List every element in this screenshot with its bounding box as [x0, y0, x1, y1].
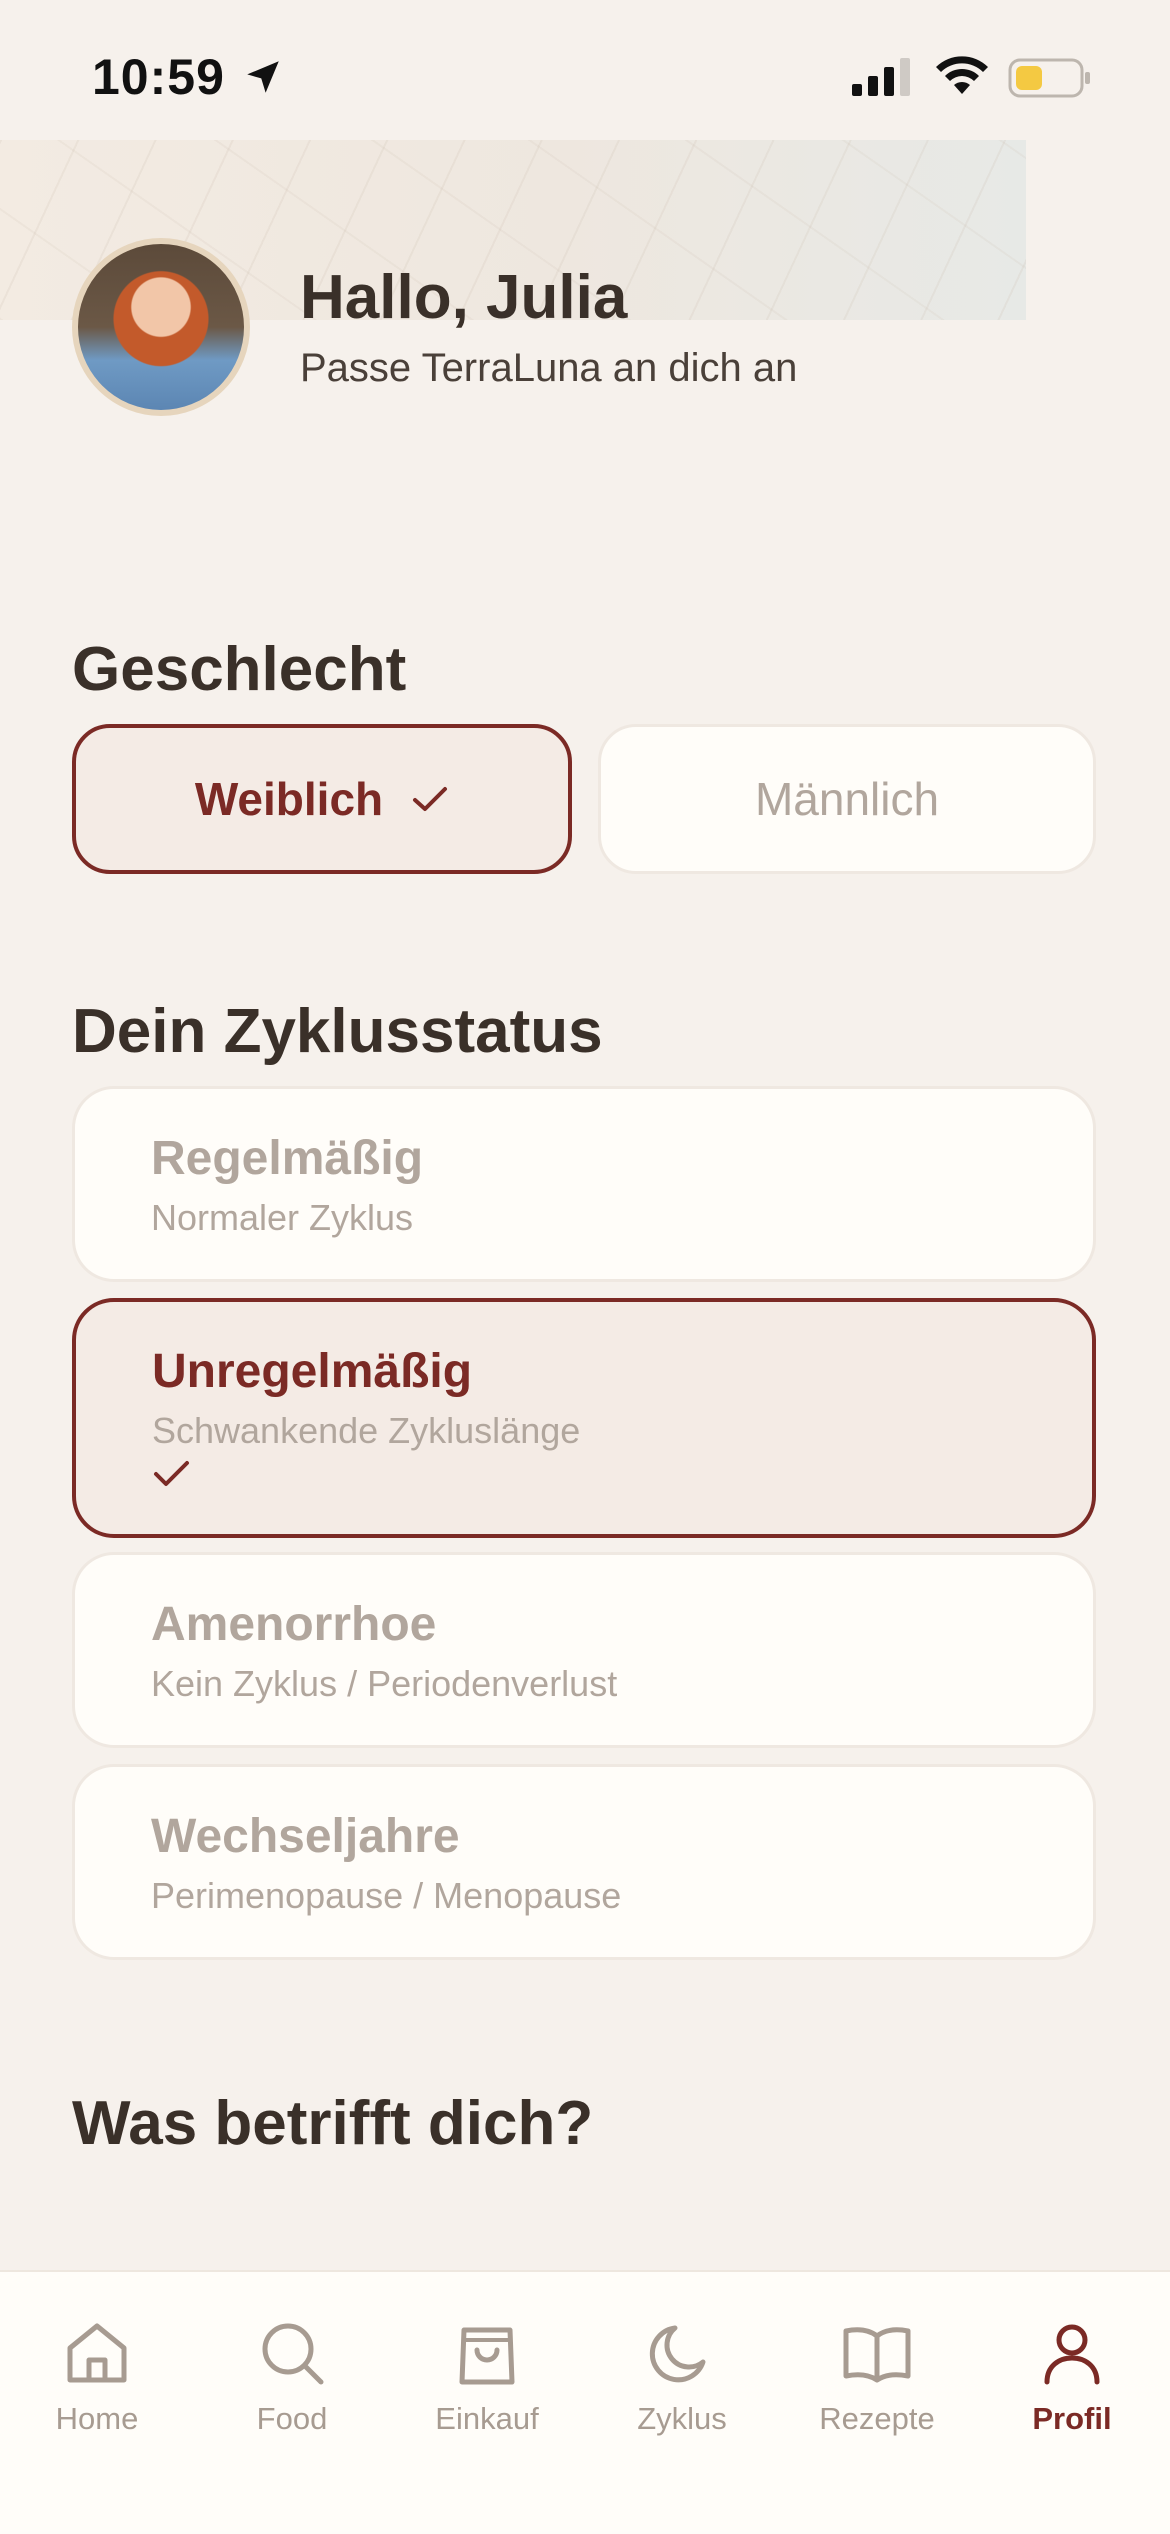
cycle-option-subtitle: Perimenopause / Menopause [151, 1875, 622, 1916]
cycle-option-wechseljahre[interactable]: Wechseljahre Perimenopause / Menopause [72, 1764, 1096, 1960]
cycle-option-unregelmaessig[interactable]: Unregelmäßig Schwankende Zykluslänge [72, 1298, 1096, 1538]
cycle-option-regelmaessig[interactable]: Regelmäßig Normaler Zyklus [72, 1086, 1096, 1282]
cycle-option-subtitle: Normaler Zyklus [151, 1197, 414, 1238]
avatar[interactable] [72, 238, 250, 416]
gender-option-label: Männlich [754, 773, 940, 825]
tab-zyklus[interactable]: Zyklus [602, 2316, 762, 2437]
cellular-signal-icon [852, 58, 910, 96]
tab-home[interactable]: Home [17, 2316, 177, 2437]
tab-label: Profil [1032, 2401, 1112, 2436]
tab-label: Home [55, 2401, 139, 2436]
cycle-option-subtitle: Schwankende Zykluslänge [152, 1410, 581, 1451]
gender-option-maennlich[interactable]: Männlich [598, 724, 1096, 874]
book-icon [843, 2327, 911, 2383]
greeting-title: Hallo, Julia [300, 263, 628, 332]
tab-label: Food [256, 2401, 328, 2436]
tab-profil[interactable]: Profil [992, 2316, 1152, 2437]
gender-option-weiblich[interactable]: Weiblich [72, 724, 572, 874]
home-icon [67, 2323, 127, 2383]
user-icon [1044, 2324, 1100, 2385]
status-time: 10:59 [92, 49, 225, 105]
shopping-bag-icon [459, 2327, 515, 2385]
tab-einkauf[interactable]: Einkauf [407, 2316, 567, 2437]
battery-icon [1008, 58, 1090, 98]
tab-label: Rezepte [819, 2401, 935, 2436]
greeting-subtitle: Passe TerraLuna an dich an [300, 346, 798, 390]
bottom-tab-bar: Home Food Einkauf Zyklus Rezepte Profil [0, 2270, 1170, 2534]
status-bar: 10:59 [0, 0, 1170, 140]
cycle-option-subtitle: Kein Zyklus / Periodenverlust [151, 1663, 618, 1704]
cycle-section-title: Dein Zyklusstatus [72, 997, 603, 1066]
checkmark-icon [413, 787, 448, 811]
concerns-section-title: Was betrifft dich? [72, 2089, 594, 2158]
tab-label: Einkauf [435, 2401, 539, 2436]
cycle-option-title: Unregelmäßig [152, 1345, 473, 1398]
wifi-icon [936, 56, 988, 94]
tab-food[interactable]: Food [212, 2316, 372, 2437]
gender-option-label: Weiblich [194, 773, 384, 825]
cycle-option-title: Regelmäßig [151, 1132, 424, 1185]
moon-icon [649, 2325, 706, 2383]
cycle-option-amenorrhoe[interactable]: Amenorrhoe Kein Zyklus / Periodenverlust [72, 1552, 1096, 1748]
cycle-option-title: Wechseljahre [151, 1810, 460, 1863]
search-icon [262, 2323, 324, 2385]
tab-rezepte[interactable]: Rezepte [797, 2316, 957, 2437]
tab-label: Zyklus [637, 2401, 727, 2436]
checkmark-icon [154, 1461, 189, 1486]
cycle-option-title: Amenorrhoe [151, 1598, 437, 1651]
gender-section-title: Geschlecht [72, 635, 407, 704]
location-arrow-icon [247, 61, 279, 93]
